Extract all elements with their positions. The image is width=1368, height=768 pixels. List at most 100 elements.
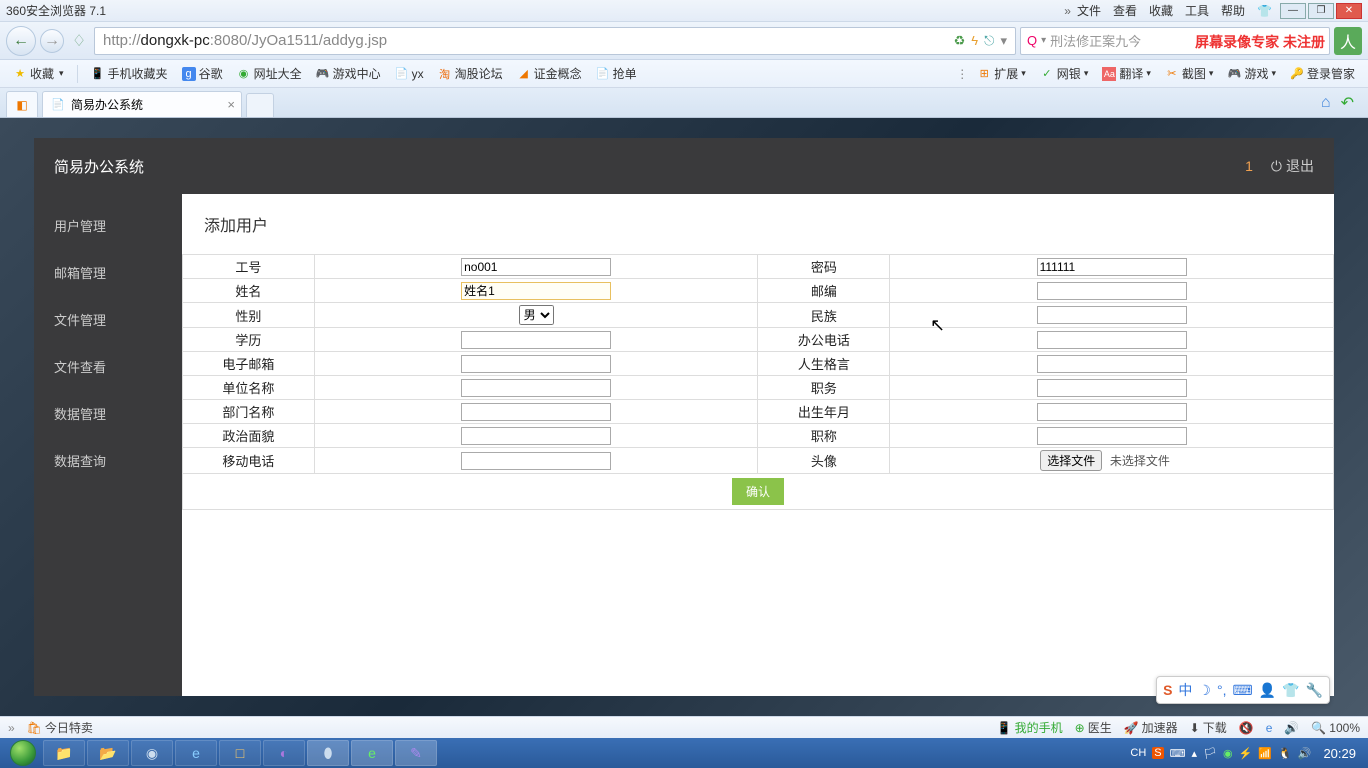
- accelerator[interactable]: 🚀加速器: [1124, 719, 1178, 736]
- input-zip[interactable]: [1037, 282, 1187, 300]
- tray-keyboard-icon[interactable]: ⌨: [1170, 747, 1186, 760]
- tray-vol-icon[interactable]: 🔊: [1298, 747, 1312, 760]
- favorites-button[interactable]: ★收藏▾: [8, 63, 69, 84]
- account-button[interactable]: 人: [1334, 27, 1362, 55]
- input-nation[interactable]: [1037, 306, 1187, 324]
- window-close[interactable]: ✕: [1336, 3, 1362, 19]
- ime-punct-icon[interactable]: °,: [1217, 682, 1227, 698]
- sidebar-item-fileview[interactable]: 文件查看: [34, 343, 182, 390]
- task-explorer[interactable]: 📁: [43, 740, 85, 766]
- undo-icon[interactable]: ↶: [1341, 93, 1354, 113]
- submit-button[interactable]: 确认: [732, 478, 784, 505]
- file-choose-button[interactable]: 选择文件: [1040, 450, 1102, 471]
- input-org[interactable]: [461, 379, 611, 397]
- mute-icon[interactable]: 🔇: [1239, 721, 1254, 735]
- volume-icon[interactable]: 🔊: [1284, 721, 1299, 735]
- input-motto[interactable]: [1037, 355, 1187, 373]
- window-minimize[interactable]: —: [1280, 3, 1306, 19]
- input-birth[interactable]: [1037, 403, 1187, 421]
- bookmark-games[interactable]: 🎮游戏中心: [311, 63, 386, 84]
- bookmark-mobile[interactable]: 📱手机收藏夹: [86, 63, 173, 84]
- ime-lang[interactable]: 中: [1178, 680, 1192, 700]
- bank-button[interactable]: ✓网银▾: [1035, 63, 1094, 84]
- address-bar[interactable]: http://dongxk-pc:8080/JyOa1511/addyg.jsp…: [94, 27, 1016, 55]
- zoom-level[interactable]: 🔍100%: [1311, 721, 1360, 735]
- bolt-icon[interactable]: ϟ: [971, 33, 978, 48]
- menu-view[interactable]: 查看: [1113, 2, 1137, 19]
- home-icon[interactable]: ⌂: [1321, 94, 1331, 112]
- dropdown-icon[interactable]: ▾: [1000, 33, 1007, 49]
- skin-icon[interactable]: 👕: [1257, 4, 1272, 18]
- logout-button[interactable]: ⏻退出: [1271, 156, 1314, 176]
- ime-toolbar[interactable]: S 中 ☽ °, ⌨ 👤 👕 🔧: [1156, 676, 1330, 704]
- menu-fav[interactable]: 收藏: [1149, 2, 1173, 19]
- input-mobile[interactable]: [461, 452, 611, 470]
- tray-sogou-icon[interactable]: S: [1152, 747, 1163, 759]
- sidebar-item-query[interactable]: 数据查询: [34, 437, 182, 484]
- ime-keyboard-icon[interactable]: ⌨: [1232, 682, 1252, 699]
- login-mgr-button[interactable]: 🔑登录管家: [1285, 63, 1360, 84]
- task-ie[interactable]: e: [175, 740, 217, 766]
- search-bar[interactable]: Q ▾ 刑法修正案九今 屏幕录像专家 未注册: [1020, 27, 1330, 55]
- tray-up-icon[interactable]: ▴: [1192, 747, 1198, 760]
- input-edu[interactable]: [461, 331, 611, 349]
- ime-skin-icon[interactable]: 👕: [1282, 682, 1299, 699]
- ext-button[interactable]: ⊞扩展▾: [972, 63, 1031, 84]
- nav-back-button[interactable]: ←: [6, 26, 36, 56]
- status-chevron-icon[interactable]: »: [8, 721, 15, 735]
- task-sql[interactable]: □: [219, 740, 261, 766]
- task-folder[interactable]: 📂: [87, 740, 129, 766]
- bookmark-qiangdan[interactable]: 📄抢单: [591, 63, 642, 84]
- today-sale[interactable]: 🛍今日特卖: [27, 719, 93, 736]
- sidebar-item-file[interactable]: 文件管理: [34, 296, 182, 343]
- ime-person-icon[interactable]: 👤: [1259, 682, 1276, 699]
- tray-power-icon[interactable]: ⚡: [1239, 747, 1253, 760]
- games-button[interactable]: 🎮游戏▾: [1222, 63, 1281, 84]
- task-360[interactable]: e: [351, 740, 393, 766]
- ime-moon-icon[interactable]: ☽: [1198, 682, 1211, 699]
- input-pwd[interactable]: [1037, 258, 1187, 276]
- bookmark-google[interactable]: g谷歌: [177, 63, 228, 84]
- tray-qq-icon[interactable]: 🐧: [1278, 747, 1292, 760]
- input-title[interactable]: [1037, 427, 1187, 445]
- tray-360-icon[interactable]: ◉: [1223, 747, 1233, 760]
- bookmark-zhengjin[interactable]: ◢证金概念: [512, 63, 587, 84]
- new-tab-button[interactable]: [246, 93, 274, 117]
- input-dept[interactable]: [461, 403, 611, 421]
- ime-tool-icon[interactable]: 🔧: [1306, 682, 1323, 699]
- window-restore[interactable]: ❐: [1308, 3, 1334, 19]
- input-pol[interactable]: [461, 427, 611, 445]
- nav-forward-button[interactable]: →: [40, 29, 64, 53]
- start-button[interactable]: [4, 739, 42, 767]
- tab-close-button[interactable]: ×: [227, 97, 235, 112]
- pinned-tab[interactable]: ◧: [6, 91, 38, 117]
- input-tel[interactable]: [1037, 331, 1187, 349]
- tray-lang[interactable]: CH: [1130, 747, 1146, 759]
- search-dropdown-icon[interactable]: ▾: [1041, 35, 1046, 46]
- input-no[interactable]: [461, 258, 611, 276]
- security-shield-icon[interactable]: ♢: [68, 30, 90, 52]
- doctor[interactable]: ⊕医生: [1075, 719, 1112, 736]
- ie-mode-icon[interactable]: e: [1266, 721, 1273, 735]
- task-recorder[interactable]: ✎: [395, 740, 437, 766]
- system-tray[interactable]: CH S ⌨ ▴ 🏳 ◉ ⚡ 📶 🐧 🔊 20:29: [1122, 746, 1364, 761]
- task-chrome[interactable]: ◉: [131, 740, 173, 766]
- input-email[interactable]: [461, 355, 611, 373]
- notification-count[interactable]: 1: [1245, 158, 1253, 174]
- download[interactable]: ⬇下载: [1190, 719, 1227, 736]
- translate-button[interactable]: Aa翻译▾: [1097, 63, 1156, 84]
- menu-tools[interactable]: 工具: [1185, 2, 1209, 19]
- screenshot-button[interactable]: ✂截图▾: [1160, 63, 1219, 84]
- active-tab[interactable]: 📄 简易办公系统 ×: [42, 91, 242, 117]
- input-duty[interactable]: [1037, 379, 1187, 397]
- bookmark-yx[interactable]: 📄yx: [390, 65, 429, 83]
- sidebar-item-mail[interactable]: 邮箱管理: [34, 249, 182, 296]
- tray-flag-icon[interactable]: 🏳: [1203, 747, 1217, 760]
- task-eclipse[interactable]: ◐: [263, 740, 305, 766]
- task-myeclipse[interactable]: ⬮: [307, 740, 349, 766]
- menu-file[interactable]: 文件: [1077, 2, 1101, 19]
- my-phone[interactable]: 📱我的手机: [997, 719, 1063, 736]
- tray-net-icon[interactable]: 📶: [1258, 747, 1272, 760]
- input-name[interactable]: [461, 282, 611, 300]
- sidebar-item-data[interactable]: 数据管理: [34, 390, 182, 437]
